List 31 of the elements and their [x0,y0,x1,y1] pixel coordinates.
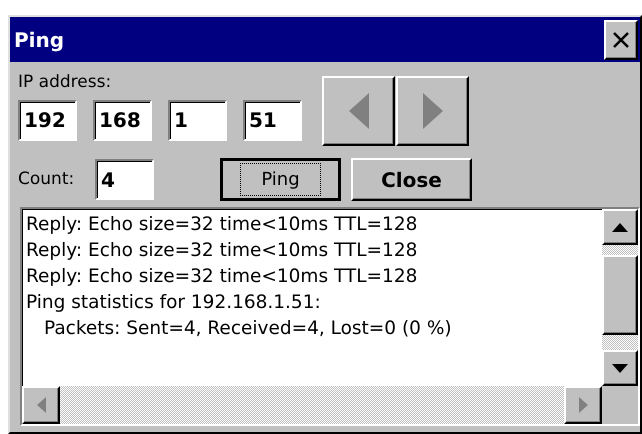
scroll-left-button[interactable] [22,386,60,424]
ip-octet-field[interactable]: 168 [93,100,152,140]
window-title: Ping [14,26,64,54]
left-arrow-icon [348,93,368,129]
output-line: Ping statistics for 192.168.1.51: [26,291,322,315]
output-line: Packets: Sent=4, Received=4, Lost=0 (0 %) [43,317,453,341]
horizontal-scrollbar[interactable] [22,386,602,424]
right-arrow-icon [422,93,442,129]
close-icon [612,30,630,48]
down-arrow-icon [612,364,628,372]
left-arrow-icon [36,397,46,413]
ip-octet-field[interactable]: 1 [168,100,227,140]
scroll-right-button[interactable] [564,386,602,424]
up-arrow-icon [612,222,628,232]
action-button[interactable]: Ping [220,158,341,201]
output-line: Reply: Echo size=32 time<10ms TTL=128 [26,239,418,263]
action-button[interactable]: Close [351,158,472,201]
count-label: Count: [18,168,76,191]
output-line: Reply: Echo size=32 time<10ms TTL=128 [26,213,418,237]
ip-octet-field[interactable]: 192 [18,100,77,140]
vertical-scrollbar[interactable] [602,209,638,386]
count-field[interactable]: 4 [95,159,154,200]
scroll-thumb[interactable] [602,255,638,335]
ip-address-label: IP address: [18,71,112,94]
right-arrow-icon [578,397,588,413]
scroll-down-button[interactable] [602,350,638,386]
output-line: Reply: Echo size=32 time<10ms TTL=128 [26,265,418,289]
scroll-up-button[interactable] [602,209,638,245]
close-button[interactable] [604,20,638,60]
ip-octet-field[interactable]: 51 [243,100,302,140]
scrollbar-corner [602,386,638,424]
